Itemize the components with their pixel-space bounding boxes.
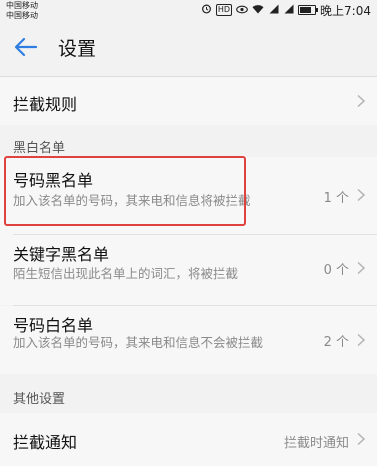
chevron-right-icon	[357, 94, 366, 108]
signal-icon-2	[283, 4, 294, 17]
page-title: 设置	[58, 38, 97, 60]
back-button[interactable]	[12, 33, 40, 61]
intercept-rules-item[interactable]: 拦截规则	[0, 77, 377, 125]
status-bar: 中国移动 中国移动 HD 晚上7:04	[0, 0, 377, 22]
wifi-icon	[252, 4, 264, 17]
keyword-blacklist-description: 陌生短信出现此名单上的词汇，将被拦截	[13, 266, 239, 281]
signal-icon-1	[268, 4, 279, 17]
keyword-blacklist-label: 关键字黑名单	[13, 245, 110, 264]
keyword-blacklist-item[interactable]: 关键字黑名单 陌生短信出现此名单上的词汇，将被拦截 0 个	[0, 235, 377, 305]
eye-icon	[236, 4, 248, 17]
battery-icon	[298, 5, 319, 15]
highlight-box	[4, 156, 246, 226]
status-icons: HD 晚上7:04	[201, 2, 371, 18]
number-whitelist-description: 加入该名单的号码，其来电和信息不会被拦截	[13, 335, 264, 350]
section-header-black-white: 黑白名单	[13, 141, 66, 156]
number-whitelist-label: 号码白名单	[13, 316, 94, 335]
alarm-icon	[201, 3, 212, 17]
chevron-right-icon	[357, 432, 366, 446]
keyword-blacklist-count: 0 个	[323, 263, 349, 278]
back-arrow-icon	[14, 37, 38, 57]
number-whitelist-count: 2 个	[323, 335, 349, 350]
intercept-rules-label: 拦截规则	[13, 95, 78, 114]
chevron-right-icon	[357, 261, 366, 275]
number-whitelist-item[interactable]: 号码白名单 加入该名单的号码，其来电和信息不会被拦截 2 个	[0, 306, 377, 374]
chevron-right-icon	[357, 333, 366, 347]
status-time: 晚上7:04	[320, 3, 371, 18]
hd-badge: HD	[215, 4, 233, 16]
chevron-right-icon	[357, 188, 366, 202]
carrier-label-2: 中国移动	[6, 11, 38, 20]
carrier-label-1: 中国移动	[6, 1, 38, 10]
section-header-other: 其他设置	[13, 392, 66, 407]
intercept-notice-label: 拦截通知	[13, 433, 78, 452]
number-blacklist-count: 1 个	[323, 191, 349, 206]
intercept-notice-value: 拦截时通知	[283, 436, 349, 451]
app-header: 设置	[0, 22, 377, 72]
intercept-notice-item[interactable]: 拦截通知 拦截时通知	[0, 413, 377, 466]
